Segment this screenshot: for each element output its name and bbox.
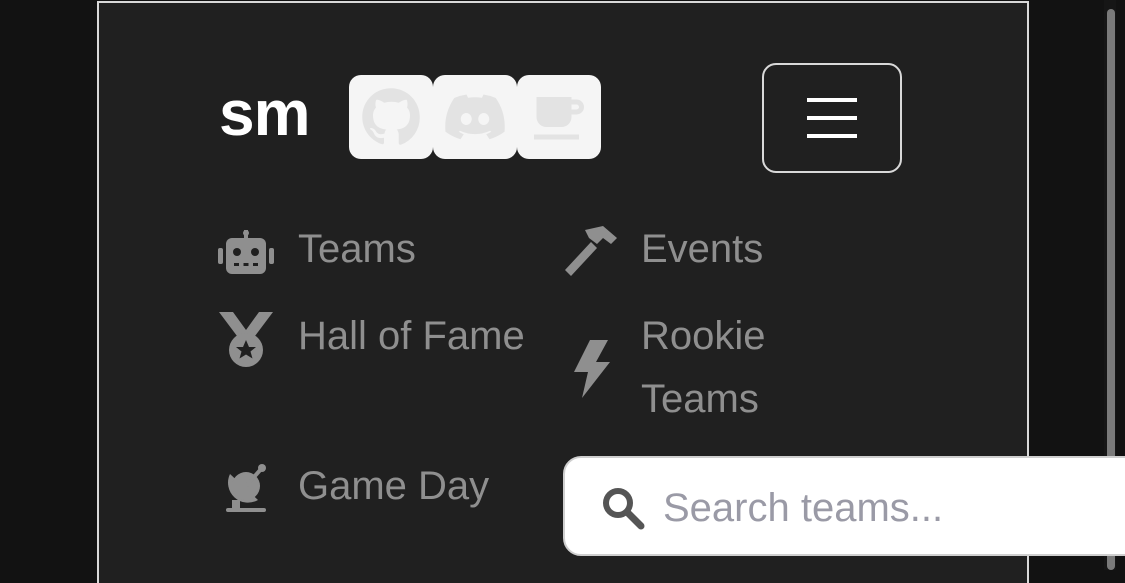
search-box[interactable]: [563, 456, 1125, 556]
hamburger-icon: [807, 98, 857, 138]
github-button[interactable]: [349, 75, 433, 159]
discord-icon: [445, 94, 505, 140]
nav-label-rookie-teams: Teams: [641, 377, 759, 421]
satellite-dish-icon: [226, 464, 266, 512]
search-icon: [603, 488, 645, 530]
site-logo[interactable]: sm: [219, 74, 310, 152]
bolt-icon: [574, 340, 610, 398]
nav-label-game-day: Game Day: [298, 464, 490, 508]
coffee-button[interactable]: [517, 75, 601, 159]
search-input[interactable]: [661, 478, 1125, 538]
medal-icon: [219, 312, 273, 367]
nav-label-hall-of-fame: Hall of Fame: [298, 314, 525, 358]
menu-toggle-button[interactable]: [762, 63, 902, 173]
discord-button[interactable]: [433, 75, 517, 159]
github-icon: [362, 88, 420, 145]
coffee-icon: [534, 97, 584, 140]
hammer-icon: [565, 226, 617, 276]
nav-label-teams: Teams: [298, 227, 416, 271]
nav-label-events: Events: [641, 227, 764, 271]
robot-icon: [218, 230, 274, 274]
nav-label-rookie: Rookie: [641, 314, 766, 358]
